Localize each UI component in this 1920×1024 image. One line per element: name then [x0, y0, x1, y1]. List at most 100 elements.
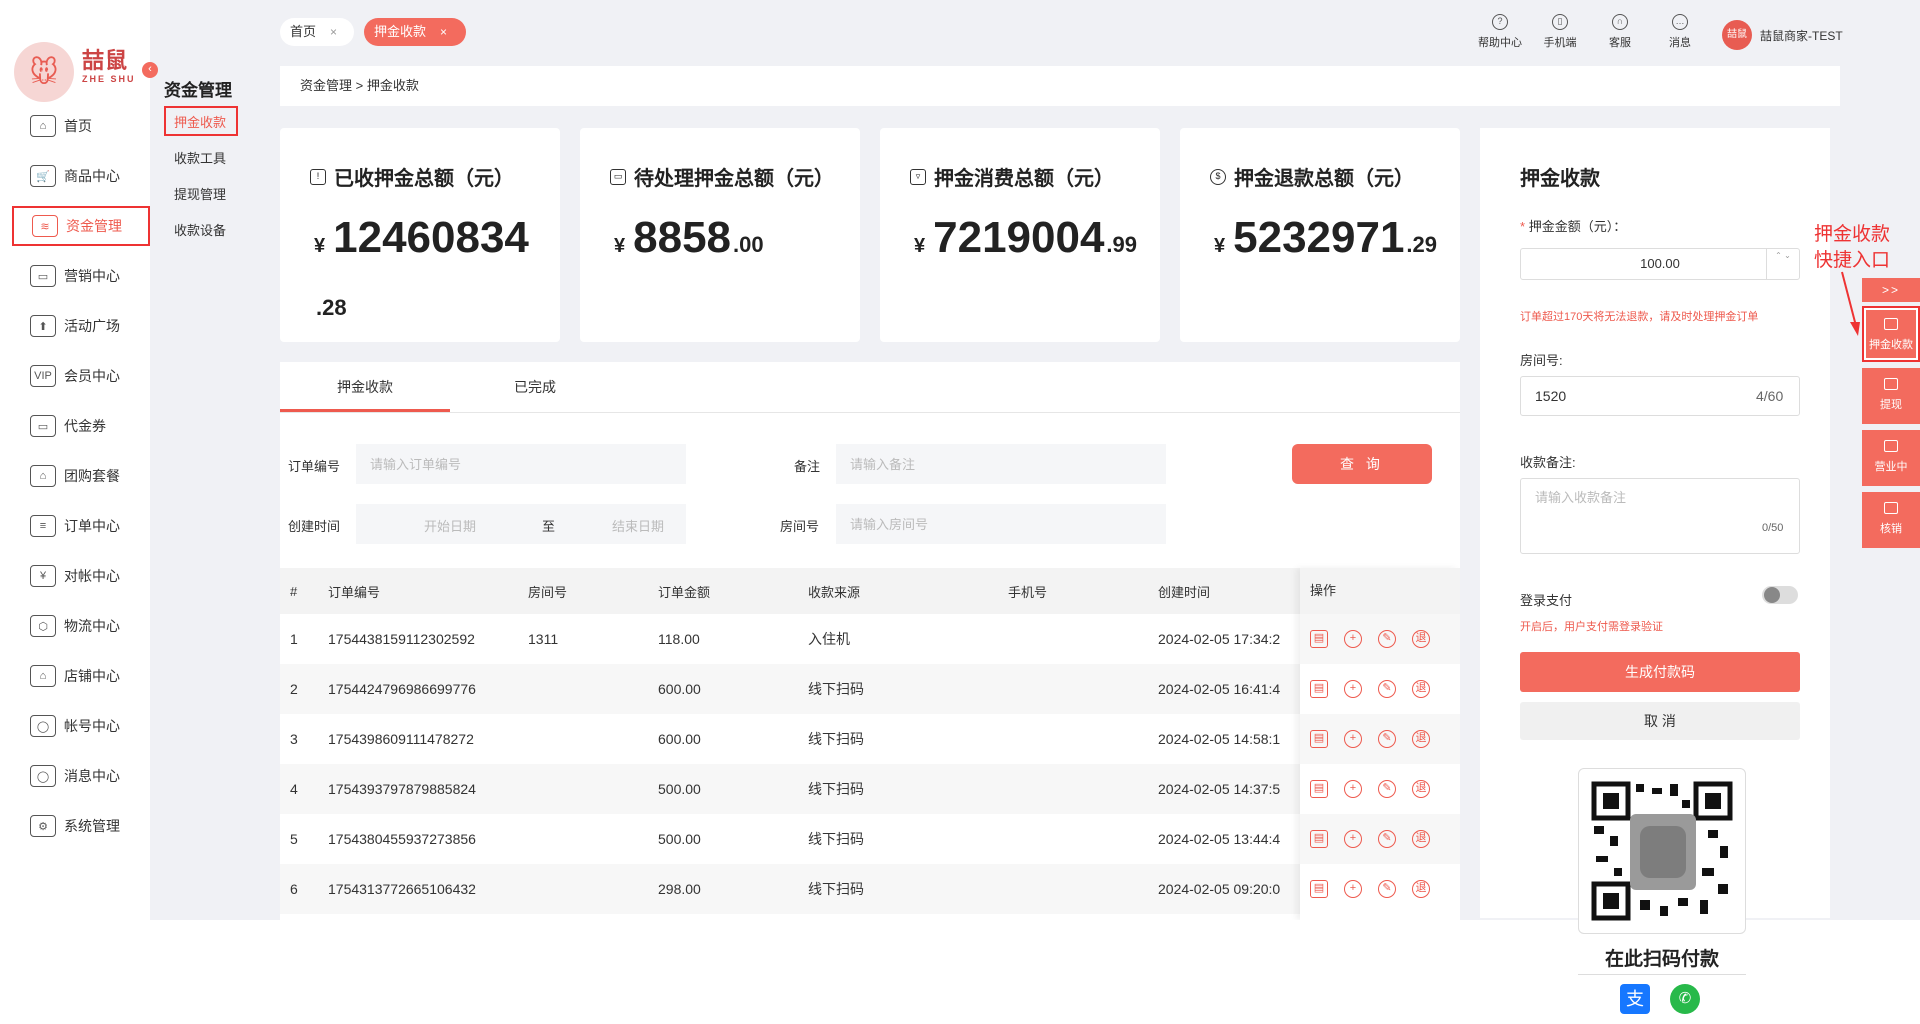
sidebar-item-order[interactable]: ≡ 订单中心 [12, 506, 150, 546]
edit-icon[interactable]: ✎ [1378, 880, 1396, 898]
room-label: 房间号: [1520, 353, 1563, 368]
quick-deposit-collection-button[interactable]: 押金收款 [1862, 306, 1920, 362]
sidebar-item-layers[interactable]: ≋ 资金管理 [12, 206, 150, 246]
stat-card-consumed: ▿ 押金消费总额（元） ¥7219004.99 [880, 128, 1160, 342]
collection-remark-input[interactable]: 请输入收款备注 [1520, 478, 1800, 554]
add-icon[interactable]: + [1344, 780, 1362, 798]
sidebar-item-package[interactable]: ⌂ 团购套餐 [12, 456, 150, 496]
edit-icon[interactable]: ✎ [1378, 680, 1396, 698]
login-pay-toggle[interactable] [1762, 586, 1798, 604]
tab-label: 首页 [290, 24, 317, 39]
messages-button[interactable]: … 消息 [1652, 14, 1708, 50]
sidebar-item-label: 资金管理 [66, 218, 122, 234]
wechat-pay-icon: ✆ [1670, 984, 1700, 1014]
sidebar-item-settings[interactable]: ⚙ 系统管理 [12, 806, 150, 846]
close-icon[interactable]: × [440, 25, 447, 39]
stat-decimal: .28 [316, 295, 347, 320]
sidebar-item-yen[interactable]: ¥ 对帐中心 [12, 556, 150, 596]
sidebar-item-box[interactable]: ⬡ 物流中心 [12, 606, 150, 646]
sidebar-item-label: 代金券 [64, 418, 106, 434]
tab-home[interactable]: 首页 × [280, 18, 354, 46]
tab-label: 押金收款 [374, 24, 427, 39]
sub-nav-item-deposit-collection[interactable]: 押金收款 [164, 106, 238, 136]
edit-icon[interactable]: ✎ [1378, 730, 1396, 748]
sidebar-item-cart[interactable]: 🛒 商品中心 [12, 156, 150, 196]
yen-icon: ¥ [30, 565, 56, 587]
refund-icon[interactable]: 退 [1412, 730, 1430, 748]
close-icon[interactable]: × [330, 25, 337, 39]
document-icon[interactable]: ▤ [1310, 730, 1328, 748]
sidebar-item-label: 对帐中心 [64, 568, 120, 584]
edit-icon[interactable]: ✎ [1378, 780, 1396, 798]
gift-icon: ⬆ [30, 315, 56, 337]
collapse-sidebar-button[interactable]: ‹ [142, 62, 158, 78]
stat-card-received: ! 已收押金总额（元） ¥12460834 .28 [280, 128, 560, 342]
sub-nav [150, 0, 280, 920]
store-icon: ⌂ [30, 665, 56, 687]
quick-verify-button[interactable]: 核销 [1862, 492, 1920, 548]
mobile-button[interactable]: ▯ 手机端 [1532, 14, 1588, 50]
tab-deposit-collection[interactable]: 押金收款 × [364, 18, 466, 46]
avatar[interactable]: 喆鼠 [1722, 20, 1752, 50]
sub-nav-item-collection-tools[interactable]: 收款工具 [164, 144, 238, 174]
document-icon[interactable]: ▤ [1310, 880, 1328, 898]
sidebar-item-vip-card[interactable]: VIP 会员中心 [12, 356, 150, 396]
query-button[interactable]: 查 询 [1292, 444, 1432, 484]
document-icon[interactable]: ▤ [1310, 630, 1328, 648]
document-icon[interactable]: ▤ [1310, 780, 1328, 798]
sidebar-item-coupon[interactable]: ▭ 代金券 [12, 406, 150, 446]
amount-stepper[interactable]: ⌃ ⌄ [1766, 249, 1799, 279]
sidebar-item-video[interactable]: ▭ 营销中心 [12, 256, 150, 296]
sidebar-item-user[interactable]: ◯ 帐号中心 [12, 706, 150, 746]
logo-subtext: ZHE SHU [82, 74, 136, 84]
document-icon[interactable]: ▤ [1310, 830, 1328, 848]
tab-completed[interactable]: 已完成 [450, 362, 620, 412]
add-icon[interactable]: + [1344, 730, 1362, 748]
sub-nav-item-devices[interactable]: 收款设备 [164, 216, 238, 246]
add-icon[interactable]: + [1344, 680, 1362, 698]
generate-payment-code-button[interactable]: 生成付款码 [1520, 652, 1800, 692]
actions-row: ▤ + ✎ 退 [1300, 664, 1460, 714]
tab-deposit-collection-list[interactable]: 押金收款 [280, 362, 450, 412]
user-name[interactable]: 喆鼠商家-TEST [1760, 27, 1843, 44]
refund-icon[interactable]: 退 [1412, 680, 1430, 698]
amount-input[interactable]: 100.00 [1520, 248, 1800, 280]
table-cell: 1754393797879885824 [328, 781, 476, 797]
order-number-input[interactable] [356, 444, 686, 484]
table-cell [1008, 814, 1158, 864]
refund-icon[interactable]: 退 [1412, 780, 1430, 798]
remark-input[interactable] [836, 444, 1166, 484]
room-number-input[interactable] [836, 504, 1166, 544]
refund-icon[interactable]: 退 [1412, 630, 1430, 648]
sidebar-item-label: 活动广场 [64, 318, 120, 334]
sub-nav-item-withdrawal[interactable]: 提现管理 [164, 180, 238, 210]
refund-icon[interactable]: 退 [1412, 880, 1430, 898]
end-date-placeholder[interactable]: 结束日期 [612, 516, 664, 535]
sidebar-item-store[interactable]: ⌂ 店铺中心 [12, 656, 150, 696]
sidebar-item-gift[interactable]: ⬆ 活动广场 [12, 306, 150, 346]
quick-withdraw-button[interactable]: 提现 [1862, 368, 1920, 424]
sidebar-item-message[interactable]: ◯ 消息中心 [12, 756, 150, 796]
table-cell [528, 714, 658, 764]
edit-icon[interactable]: ✎ [1378, 630, 1396, 648]
table-row: 1 1754438159112302592 1311 118.00 入住机 2024-02… [280, 614, 1460, 664]
refund-icon[interactable]: 退 [1412, 830, 1430, 848]
document-icon[interactable]: ▤ [1310, 680, 1328, 698]
add-icon[interactable]: + [1344, 830, 1362, 848]
edit-icon[interactable]: ✎ [1378, 830, 1396, 848]
table-cell: 1754438159112302592 [328, 631, 475, 647]
stat-decimal: .99 [1106, 232, 1138, 257]
quickbar-expand-button[interactable]: >> [1862, 278, 1920, 302]
cancel-button[interactable]: 取 消 [1520, 702, 1800, 740]
start-date-placeholder[interactable]: 开始日期 [424, 516, 476, 535]
table-cell: 线下扫码 [808, 731, 864, 747]
help-center-button[interactable]: ? 帮助中心 [1472, 14, 1528, 50]
add-icon[interactable]: + [1344, 880, 1362, 898]
form-title: 押金收款 [1520, 168, 1600, 190]
table-cell [1008, 764, 1158, 814]
sidebar-item-home[interactable]: ⌂ 首页 [12, 106, 150, 146]
amount-label-text: 押金金额（元）： [1528, 219, 1627, 234]
add-icon[interactable]: + [1344, 630, 1362, 648]
customer-service-button[interactable]: ∩ 客服 [1592, 14, 1648, 50]
quick-open-status-button[interactable]: 营业中 [1862, 430, 1920, 486]
